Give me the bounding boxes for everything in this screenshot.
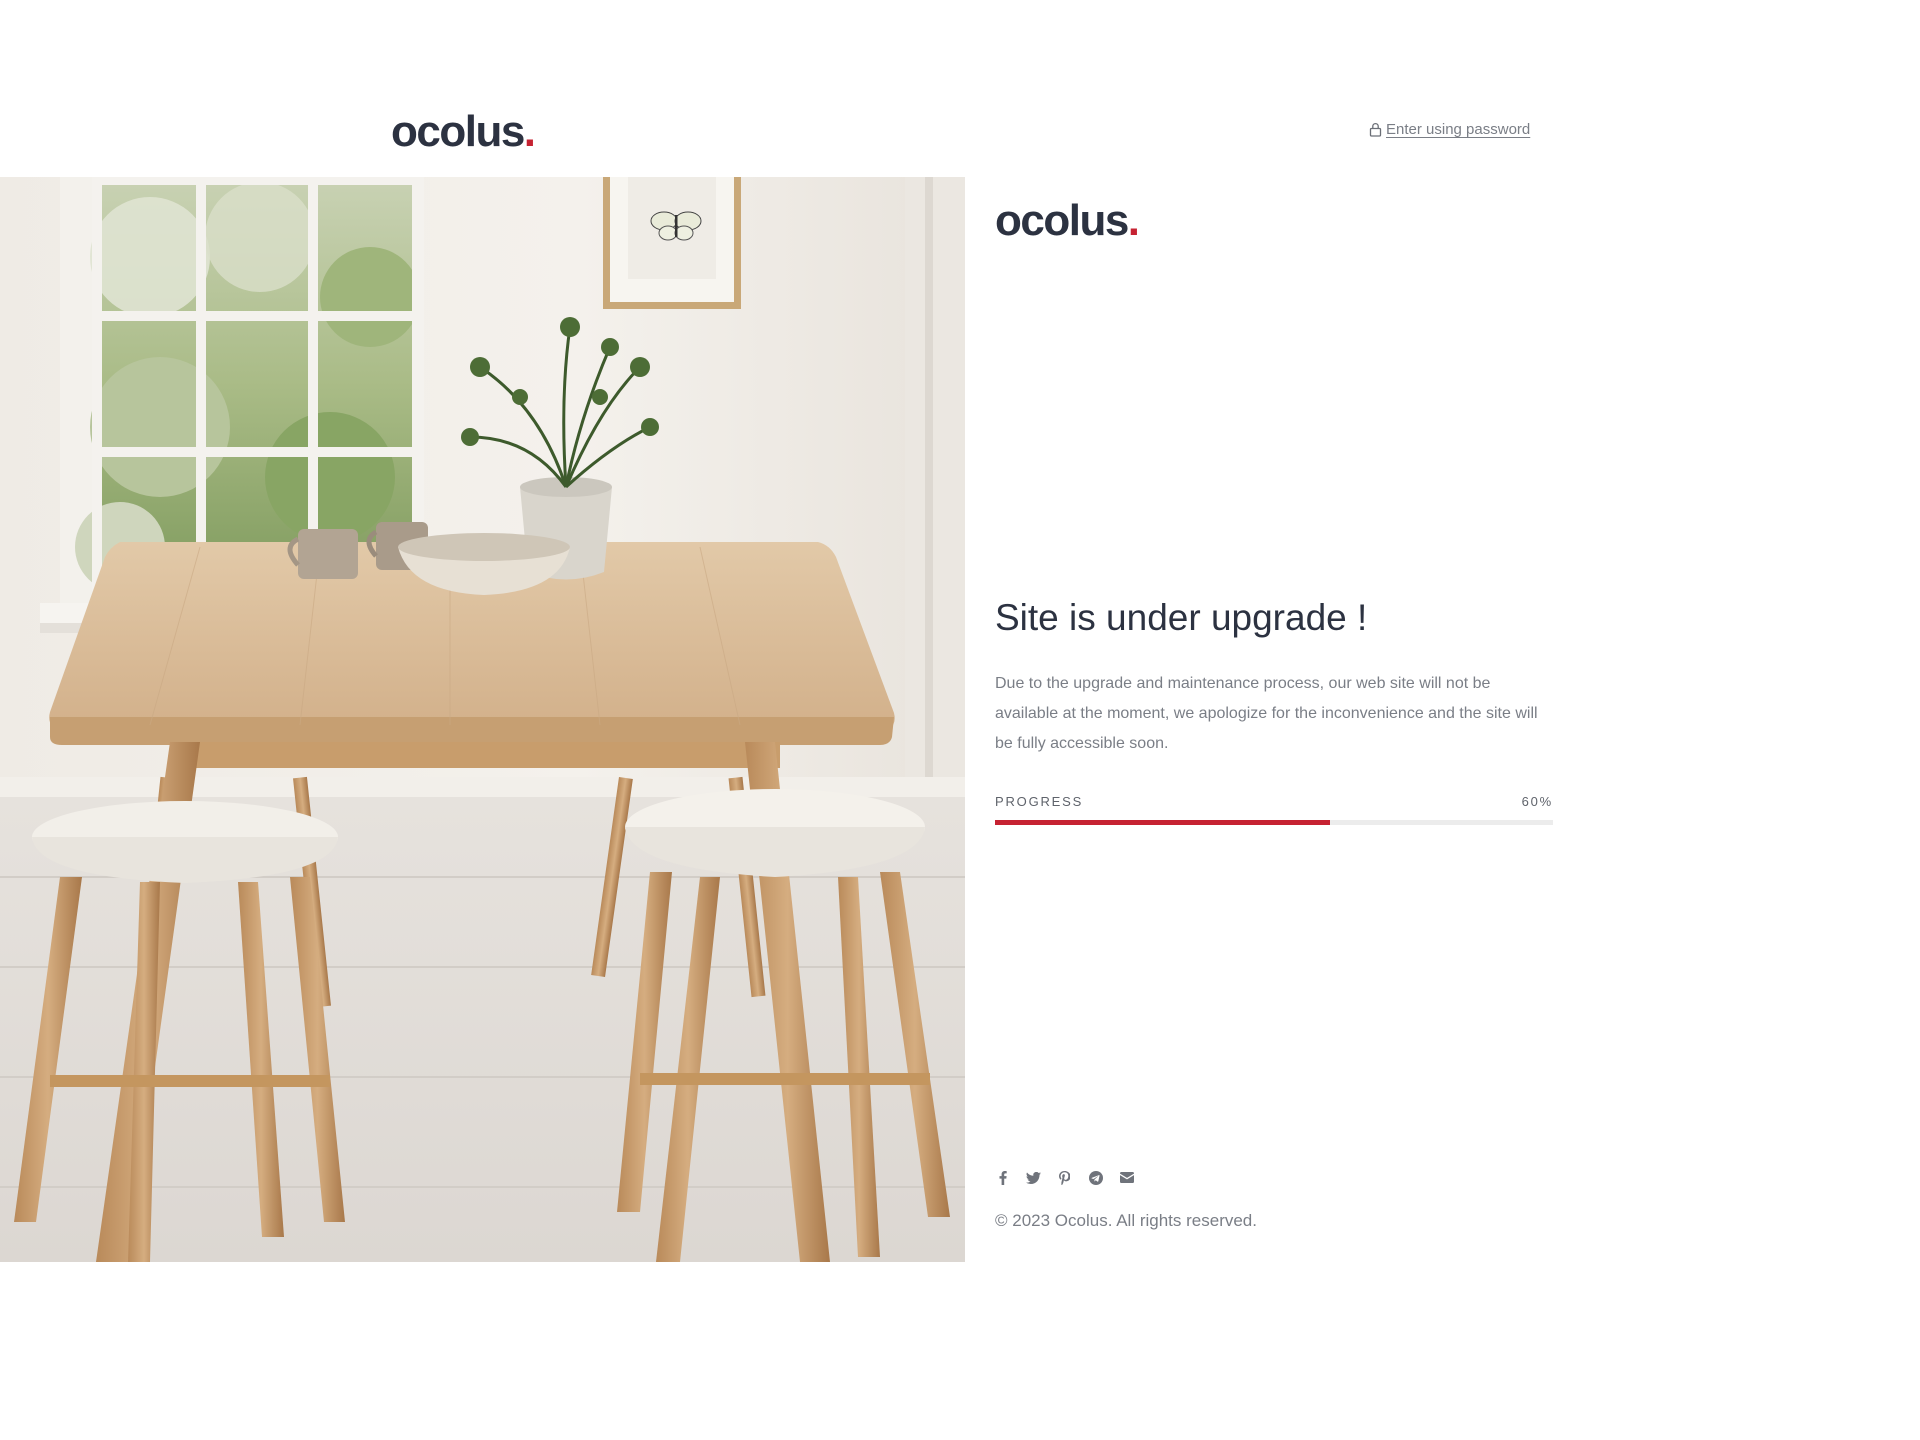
page-title: Site is under upgrade ! (995, 597, 1368, 638)
hero-image (0, 177, 965, 1262)
header-logo-text: ocolus (391, 107, 525, 156)
progress-track (995, 820, 1553, 825)
progress-value: 60% (1521, 794, 1553, 809)
enter-password-link[interactable]: Enter using password (1369, 121, 1530, 138)
facebook-icon[interactable] (995, 1170, 1010, 1185)
email-icon[interactable] (1119, 1170, 1134, 1185)
copyright-text: © 2023 Ocolus. All rights reserved. (995, 1211, 1257, 1230)
panel-logo[interactable]: ocolus. (995, 196, 1140, 245)
panel-logo-dot: . (1127, 196, 1140, 245)
panel-logo-text: ocolus (995, 196, 1129, 245)
twitter-icon[interactable] (1026, 1170, 1041, 1185)
progress-section: PROGRESS 60% (995, 794, 1553, 825)
progress-fill (995, 820, 1330, 825)
pinterest-icon[interactable] (1057, 1170, 1072, 1185)
social-links (995, 1170, 1134, 1185)
telegram-icon[interactable] (1088, 1170, 1103, 1185)
progress-header: PROGRESS 60% (995, 794, 1553, 809)
site-header: ocolus. Enter using password (0, 0, 1920, 177)
maintenance-panel: ocolus. Site is under upgrade ! Due to t… (995, 177, 1555, 1262)
header-logo-dot: . (523, 107, 536, 156)
maintenance-description: Due to the upgrade and maintenance proce… (995, 675, 1538, 752)
enter-password-label: Enter using password (1386, 121, 1531, 138)
header-logo[interactable]: ocolus. (391, 107, 536, 156)
progress-label: PROGRESS (995, 794, 1084, 809)
lock-icon (1369, 122, 1382, 137)
